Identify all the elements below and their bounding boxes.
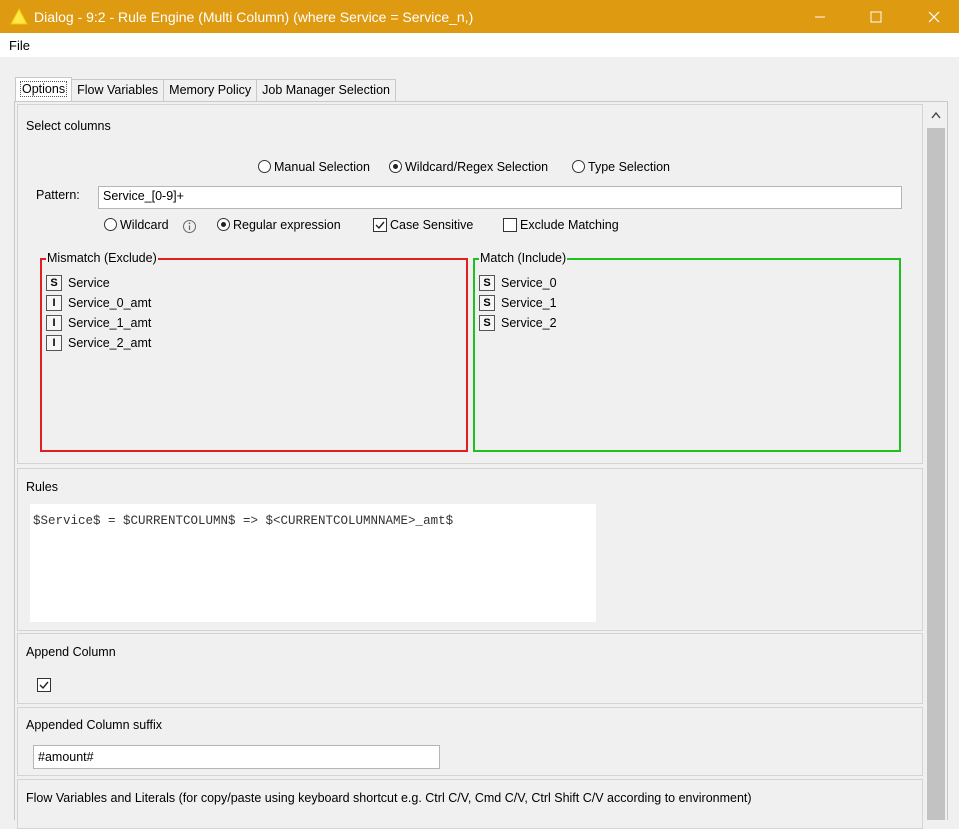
flow-variables-panel: Flow Variables and Literals (for copy/pa… (17, 779, 923, 829)
column-name: Service (68, 276, 110, 290)
minimize-button[interactable] (797, 0, 843, 33)
integer-type-icon: I (46, 335, 62, 351)
append-column-panel: Append Column (17, 633, 923, 704)
string-type-icon: S (46, 275, 62, 291)
column-name: Service_1_amt (68, 316, 152, 330)
string-type-icon: S (479, 275, 495, 291)
knime-app-icon (10, 7, 28, 24)
select-columns-title: Select columns (26, 119, 111, 133)
match-legend: Match (Include) (479, 251, 568, 265)
column-name: Service_0 (501, 276, 557, 290)
checkmark-icon (39, 681, 49, 690)
pattern-label: Pattern: (36, 188, 80, 202)
minimize-icon (815, 16, 825, 17)
checkmark-icon (375, 221, 385, 230)
list-item[interactable]: I Service_0_amt (46, 294, 151, 312)
integer-type-icon: I (46, 295, 62, 311)
exclude-matching-box (503, 218, 517, 232)
radio-type-label: Type Selection (588, 160, 670, 174)
list-item[interactable]: I Service_1_amt (46, 314, 151, 332)
close-icon (928, 11, 940, 22)
string-type-icon: S (479, 315, 495, 331)
suffix-input[interactable]: #amount# (33, 745, 440, 769)
case-sensitive-label: Case Sensitive (390, 218, 474, 232)
chevron-up-icon (931, 111, 941, 119)
title-bar: Dialog - 9:2 - Rule Engine (Multi Column… (0, 0, 959, 33)
flow-variables-title: Flow Variables and Literals (for copy/pa… (26, 791, 752, 805)
checkbox-exclude-matching[interactable]: Exclude Matching (503, 218, 619, 232)
radio-type-selection[interactable]: Type Selection (572, 160, 670, 174)
column-name: Service_1 (501, 296, 557, 310)
options-content: Select columns Manual Selection Wildcard… (14, 101, 948, 829)
match-include-list[interactable]: Match (Include) S Service_0 S Service_1 SS… (473, 251, 901, 452)
radio-manual-indicator (258, 160, 271, 173)
select-columns-panel: Select columns Manual Selection Wildcard… (17, 104, 923, 464)
radio-wildcard-label: Wildcard (120, 218, 169, 232)
list-item[interactable]: I Service_2_amt (46, 334, 151, 352)
rules-title: Rules (26, 480, 58, 494)
radio-wildcard-regex-indicator (389, 160, 402, 173)
column-name: Service_2_amt (68, 336, 152, 350)
menu-bar: File (0, 33, 959, 57)
radio-wildcard-regex-label: Wildcard/Regex Selection (405, 160, 549, 174)
radio-manual-selection[interactable]: Manual Selection (258, 160, 370, 174)
exclude-matching-label: Exclude Matching (520, 218, 619, 232)
checkbox-case-sensitive[interactable]: Case Sensitive (373, 218, 473, 232)
window-title: Dialog - 9:2 - Rule Engine (Multi Column… (34, 8, 474, 25)
scrollbar-thumb[interactable] (927, 128, 945, 820)
menu-file[interactable]: File (9, 38, 30, 53)
info-icon[interactable] (182, 219, 197, 234)
rules-editor[interactable]: $Service$ = $CURRENTCOLUMN$ => $<CURRENT… (30, 504, 596, 622)
list-item[interactable]: S Service_1 (479, 294, 557, 312)
tab-strip: Options Flow Variables Memory Policy Job… (15, 77, 396, 101)
list-item[interactable]: S Service_2 (479, 314, 557, 332)
list-item[interactable]: S Service (46, 274, 110, 292)
maximize-icon (870, 11, 882, 22)
scroll-up-button[interactable] (925, 104, 947, 126)
tab-options-label: Options (19, 81, 68, 97)
mismatch-exclude-list[interactable]: Mismatch (Exclude) S Service I Service_0_a… (40, 251, 468, 452)
tab-flow-variables[interactable]: Flow Variables (71, 79, 165, 101)
column-name: Service_2 (501, 316, 557, 330)
rules-code: $Service$ = $CURRENTCOLUMN$ => $<CURRENT… (33, 514, 454, 528)
vertical-scrollbar[interactable] (925, 104, 947, 820)
radio-wildcard-regex-selection[interactable]: Wildcard/Regex Selection (389, 160, 548, 174)
mismatch-legend: Mismatch (Exclude) (46, 251, 158, 265)
suffix-title: Appended Column suffix (26, 718, 162, 732)
tab-memory-policy[interactable]: Memory Policy (163, 79, 258, 101)
column-name: Service_0_amt (68, 296, 152, 310)
string-type-icon: S (479, 295, 495, 311)
pattern-input[interactable]: Service_[0-9]+ (98, 186, 902, 209)
radio-wildcard[interactable]: Wildcard (104, 218, 169, 232)
integer-type-icon: I (46, 315, 62, 331)
tab-options[interactable]: Options (15, 77, 73, 101)
radio-regular-expression[interactable]: Regular expression (217, 218, 341, 232)
append-column-title: Append Column (26, 645, 116, 659)
close-button[interactable] (911, 0, 957, 33)
radio-manual-label: Manual Selection (274, 160, 370, 174)
radio-regular-expression-indicator (217, 218, 230, 231)
append-column-checkbox[interactable] (37, 678, 51, 692)
case-sensitive-box (373, 218, 387, 232)
maximize-button[interactable] (853, 0, 899, 33)
radio-wildcard-indicator (104, 218, 117, 231)
radio-type-indicator (572, 160, 585, 173)
list-item[interactable]: S Service_0 (479, 274, 557, 292)
radio-regular-expression-label: Regular expression (233, 218, 341, 232)
suffix-panel: Appended Column suffix #amount# (17, 707, 923, 776)
tab-job-manager-selection[interactable]: Job Manager Selection (256, 79, 396, 101)
